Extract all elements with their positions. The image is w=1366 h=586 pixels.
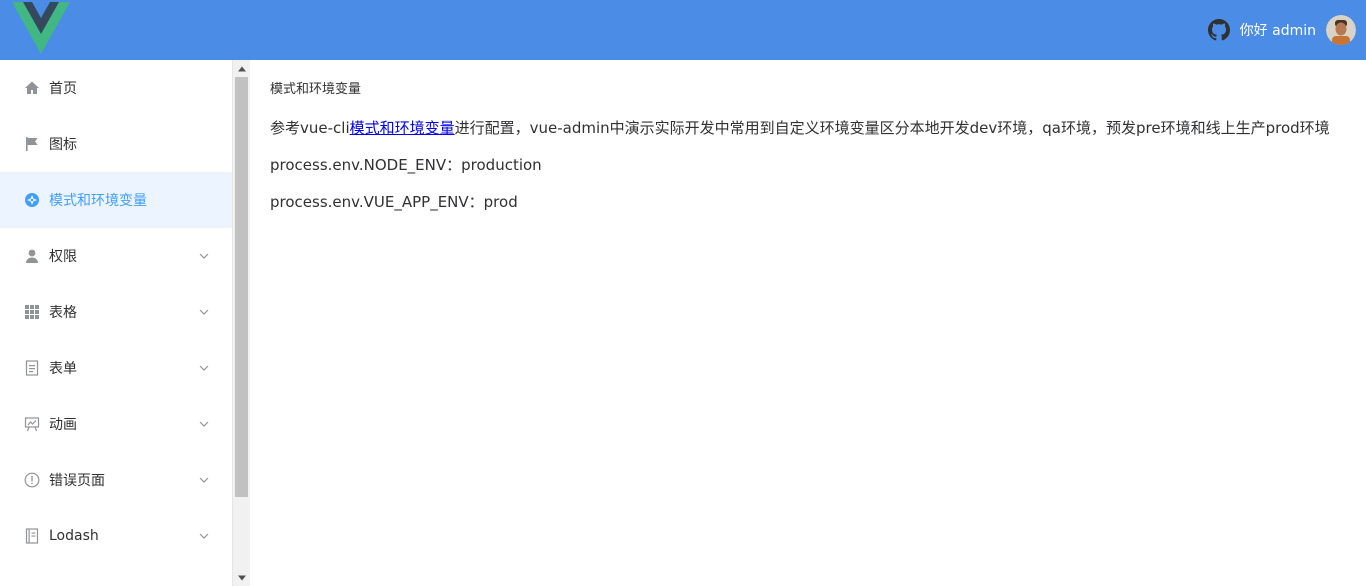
scrollbar-thumb[interactable] [235, 77, 248, 497]
description-paragraph: 参考vue-cli模式和环境变量进行配置，vue-admin中演示实际开发中常用… [270, 117, 1346, 139]
github-icon[interactable] [1207, 19, 1230, 41]
avatar[interactable] [1326, 15, 1356, 45]
sidebar-item-label: 权限 [49, 249, 77, 265]
notebook-icon [24, 528, 40, 544]
user-icon [24, 248, 40, 264]
vue-cli-mode-link[interactable]: 模式和环境变量 [350, 119, 455, 137]
sidebar-item-animation[interactable]: 动画 [0, 396, 232, 452]
top-header: 你好 admin [0, 0, 1366, 60]
node-env-value: process.env.NODE_ENV：production [270, 156, 542, 174]
page-title: 模式和环境变量 [270, 82, 362, 97]
chevron-down-icon [198, 362, 210, 374]
scroll-down-arrow-icon[interactable] [233, 569, 250, 586]
chevron-down-icon [198, 250, 210, 262]
vue-app-env-value: process.env.VUE_APP_ENV：prod [270, 193, 518, 211]
grid-icon [24, 304, 40, 320]
sidebar-scrollbar[interactable] [233, 60, 250, 586]
home-icon [24, 80, 40, 96]
header-right: 你好 admin [1207, 0, 1356, 60]
sidebar-menu: 首页 图标 模式和环境变量 权限 表格 表单 动画 错误页面 Lodash [0, 60, 233, 586]
chevron-down-icon [198, 530, 210, 542]
sidebar-item-label: 表格 [49, 305, 77, 321]
user-greeting[interactable]: 你好 admin [1240, 20, 1316, 40]
sidebar-item-icons[interactable]: 图标 [0, 116, 232, 172]
sidebar-item-label: 模式和环境变量 [49, 193, 147, 209]
sidebar-item-label: 表单 [49, 361, 77, 377]
sidebar-item-table[interactable]: 表格 [0, 284, 232, 340]
flag-icon [24, 136, 40, 152]
sidebar-item-label: Lodash [49, 528, 99, 544]
chevron-down-icon [198, 418, 210, 430]
sidebar-item-label: 错误页面 [49, 473, 105, 489]
sidebar-item-home[interactable]: 首页 [0, 60, 232, 116]
warning-icon [24, 472, 40, 488]
sidebar-item-permission[interactable]: 权限 [0, 228, 232, 284]
vue-logo-icon[interactable] [12, 2, 70, 54]
chevron-down-icon [198, 306, 210, 318]
chevron-down-icon [198, 474, 210, 486]
sidebar-item-error-page[interactable]: 错误页面 [0, 452, 232, 508]
sidebar-item-label: 首页 [49, 81, 77, 97]
presentation-icon [24, 416, 40, 432]
sidebar-item-label: 图标 [49, 137, 77, 153]
description-suffix: 进行配置，vue-admin中演示实际开发中常用到自定义环境变量区分本地开发de… [454, 119, 1330, 137]
sidebar-item-env-mode[interactable]: 模式和环境变量 [0, 172, 232, 228]
sidebar-item-label: 动画 [49, 417, 77, 433]
sidebar-item-lodash[interactable]: Lodash [0, 508, 232, 564]
scroll-up-arrow-icon[interactable] [233, 60, 250, 77]
compass-icon [24, 192, 40, 208]
description-prefix: 参考vue-cli [270, 119, 350, 137]
main-content: 模式和环境变量 参考vue-cli模式和环境变量进行配置，vue-admin中演… [250, 60, 1366, 586]
document-icon [24, 360, 40, 376]
sidebar-item-form[interactable]: 表单 [0, 340, 232, 396]
